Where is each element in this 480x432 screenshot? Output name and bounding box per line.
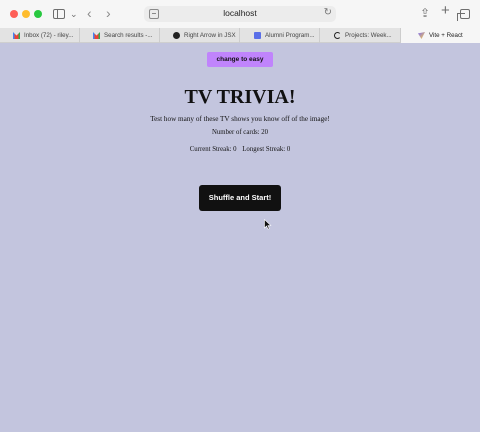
github-icon (173, 32, 180, 39)
card-count: Number of cards: 20 (211, 129, 269, 136)
page-content: change to easy TV TRIVIA! Test how many … (0, 43, 480, 432)
close-window-button[interactable] (10, 10, 18, 18)
tab-label: Search results -... (104, 32, 153, 39)
tab-bar: Inbox (72) - riley... Search results -..… (0, 28, 480, 43)
tab-label: Right Arrow in JSX (184, 32, 236, 39)
shuffle-and-start-button[interactable]: Shuffle and Start! (199, 185, 281, 211)
browser-window: ⌄ ‹ › localhost ↻ ⇪ + Inbox (72) - riley… (0, 0, 480, 432)
forward-arrow-icon[interactable]: › (106, 6, 111, 20)
streak-info: Current Streak: 0 Longest Streak: 0 (0, 146, 480, 153)
tab-inbox[interactable]: Inbox (72) - riley... (0, 28, 80, 43)
change-to-easy-button[interactable]: change to easy (207, 52, 273, 67)
chevron-down-icon[interactable]: ⌄ (70, 8, 78, 20)
tab-label: Projects: Week... (345, 32, 392, 39)
longest-streak: Longest Streak: 0 (242, 146, 291, 153)
browser-toolbar: ⌄ ‹ › localhost ↻ ⇪ + (0, 0, 480, 28)
tab-label: Vite + React (429, 32, 463, 39)
new-tab-icon[interactable]: + (441, 3, 450, 18)
tab-label: Inbox (72) - riley... (24, 32, 74, 39)
doc-icon (254, 32, 261, 39)
gmail-icon (93, 32, 100, 39)
codepath-icon (334, 32, 341, 39)
url-text: localhost (223, 8, 257, 18)
tab-label: Alumni Program... (265, 32, 315, 39)
share-icon[interactable]: ⇪ (420, 7, 430, 19)
tab-right-arrow-jsx[interactable]: Right Arrow in JSX (160, 28, 240, 43)
page-subtitle: Test how many of these TV shows you know… (150, 115, 330, 123)
page-title: TV TRIVIA! (184, 86, 296, 108)
zoom-window-button[interactable] (34, 10, 42, 18)
vite-icon (418, 32, 425, 39)
sidebar-toggle-icon[interactable] (53, 9, 65, 19)
tab-vite-react[interactable]: Vite + React (401, 28, 480, 43)
back-arrow-icon[interactable]: ‹ (87, 6, 92, 20)
current-streak: Current Streak: 0 (189, 146, 237, 153)
minimize-window-button[interactable] (22, 10, 30, 18)
gmail-icon (13, 32, 20, 39)
address-bar[interactable]: localhost ↻ (144, 6, 336, 22)
tab-overview-icon[interactable] (457, 9, 470, 21)
reload-icon[interactable]: ↻ (324, 7, 332, 18)
mouse-cursor-icon (264, 219, 272, 230)
tab-projects-week[interactable]: Projects: Week... (320, 28, 401, 43)
tab-search-results[interactable]: Search results -... (80, 28, 160, 43)
tab-alumni-program[interactable]: Alumni Program... (240, 28, 320, 43)
